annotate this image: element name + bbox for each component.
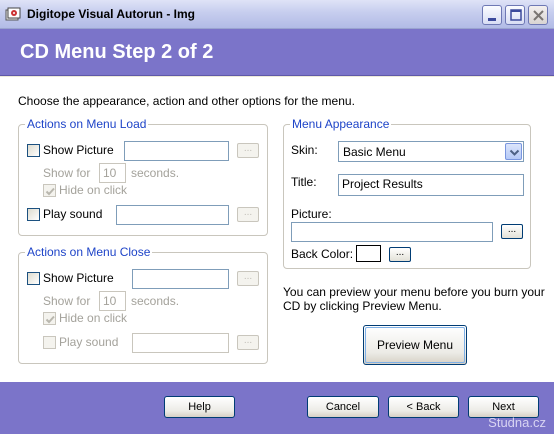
load-sound-browse-button[interactable]: ... <box>237 207 259 222</box>
load-sound-field[interactable] <box>116 205 229 225</box>
close-picture-browse-button[interactable]: ... <box>237 271 259 286</box>
close-play-sound-label: Play sound <box>59 335 119 349</box>
load-actions-legend: Actions on Menu Load <box>25 117 149 131</box>
load-seconds-label: seconds. <box>131 166 180 180</box>
skin-label: Skin: <box>291 143 318 157</box>
chevron-down-icon[interactable] <box>505 143 522 160</box>
load-hide-on-click-checkbox[interactable] <box>43 184 56 197</box>
close-show-picture-label: Show Picture <box>43 271 114 285</box>
appearance-picture-field[interactable] <box>291 222 493 242</box>
checkmark-icon <box>45 315 55 324</box>
close-button[interactable] <box>528 5 548 25</box>
back-color-label: Back Color: <box>291 247 354 261</box>
load-play-sound-checkbox[interactable] <box>27 208 40 221</box>
skin-select-value: Basic Menu <box>343 145 406 159</box>
back-button[interactable]: < Back <box>388 396 459 418</box>
page-title: CD Menu Step 2 of 2 <box>20 41 214 63</box>
cancel-button[interactable]: Cancel <box>307 396 379 418</box>
picture-label: Picture: <box>291 207 332 221</box>
close-play-sound-checkbox[interactable] <box>43 336 56 349</box>
title-label: Title: <box>291 175 317 189</box>
window-title: Digitope Visual Autorun - Img <box>27 7 195 21</box>
close-hide-on-click-label: Hide on click <box>59 311 128 325</box>
watermark: Studna.cz <box>488 415 546 430</box>
load-show-picture-label: Show Picture <box>43 143 114 157</box>
close-actions-legend: Actions on Menu Close <box>25 245 153 259</box>
back-color-swatch[interactable] <box>356 245 381 262</box>
preview-help-text: You can preview your menu before you bur… <box>283 285 545 313</box>
appearance-picture-browse-button[interactable]: ... <box>501 224 523 239</box>
menu-title-input[interactable]: Project Results <box>338 174 524 196</box>
skin-select[interactable]: Basic Menu <box>338 141 524 162</box>
wizard-header: CD Menu Step 2 of 2 <box>0 29 554 76</box>
close-actions-group: Actions on Menu Close Show Picture ... S… <box>18 245 268 364</box>
wizard-content: Choose the appearance, action and other … <box>0 77 554 382</box>
minimize-icon <box>488 18 496 21</box>
close-picture-field[interactable] <box>132 269 229 289</box>
load-picture-field[interactable] <box>124 141 229 161</box>
close-icon <box>533 10 544 21</box>
wizard-window: Digitope Visual Autorun - Img CD Menu St… <box>0 0 554 434</box>
load-show-for-label: Show for <box>43 166 91 180</box>
load-picture-browse-button[interactable]: ... <box>237 143 259 158</box>
wizard-footer: Help Cancel < Back Next Studna.cz <box>0 382 554 434</box>
close-hide-on-click-checkbox[interactable] <box>43 312 56 325</box>
preview-menu-button[interactable]: Preview Menu <box>363 325 467 365</box>
close-sound-browse-button[interactable]: ... <box>237 335 259 350</box>
close-show-for-label: Show for <box>43 294 91 308</box>
intro-text: Choose the appearance, action and other … <box>18 94 355 108</box>
help-button[interactable]: Help <box>164 396 235 418</box>
title-bar: Digitope Visual Autorun - Img <box>0 0 554 29</box>
app-icon <box>5 7 21 22</box>
close-show-picture-checkbox[interactable] <box>27 272 40 285</box>
load-show-picture-checkbox[interactable] <box>27 144 40 157</box>
menu-appearance-legend: Menu Appearance <box>290 117 392 131</box>
close-sound-field[interactable] <box>132 333 229 353</box>
load-seconds-field[interactable]: 10 <box>99 163 126 183</box>
checkmark-icon <box>45 187 55 196</box>
menu-appearance-group: Menu Appearance Skin: Basic Menu Title: … <box>283 117 531 269</box>
load-actions-group: Actions on Menu Load Show Picture ... Sh… <box>18 117 268 236</box>
close-seconds-label: seconds. <box>131 294 180 308</box>
load-hide-on-click-label: Hide on click <box>59 183 128 197</box>
minimize-button[interactable] <box>482 5 502 25</box>
maximize-button[interactable] <box>505 5 525 25</box>
back-color-browse-button[interactable]: ... <box>389 247 411 262</box>
close-seconds-field[interactable]: 10 <box>99 291 126 311</box>
load-play-sound-label: Play sound <box>43 207 103 221</box>
